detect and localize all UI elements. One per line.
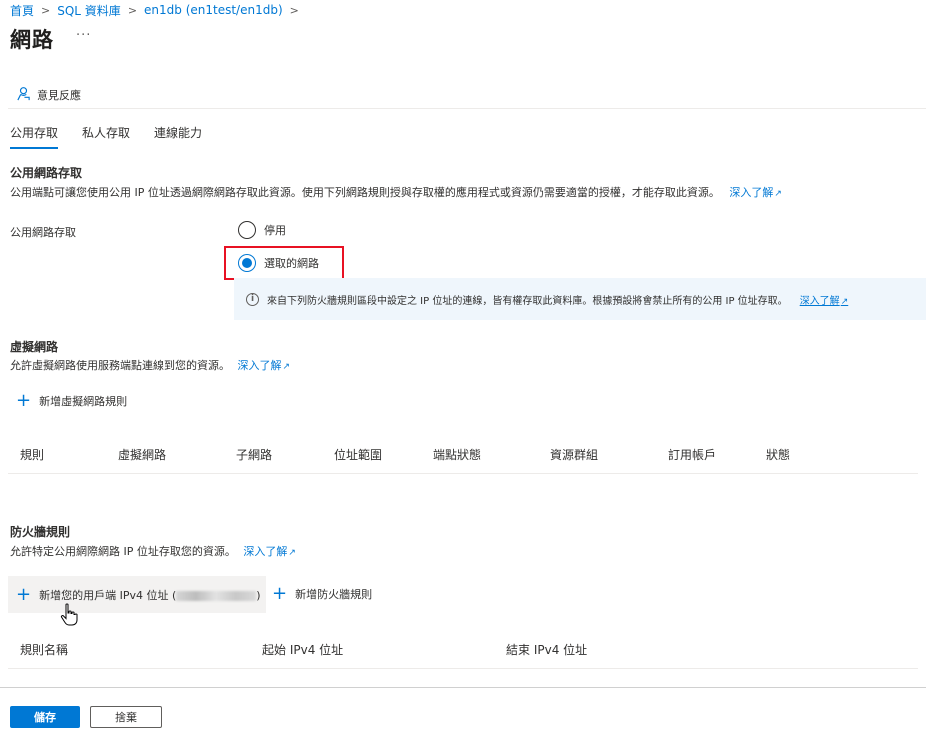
feedback-label: 意見反應	[37, 89, 81, 102]
breadcrumb-sql-databases[interactable]: SQL 資料庫	[57, 2, 121, 19]
firewall-description-text: 允許特定公用網際網路 IP 位址存取您的資源。	[10, 545, 236, 558]
tab-list: 公用存取 私人存取 連線能力	[10, 124, 202, 149]
learn-more-label: 深入了解	[729, 186, 774, 199]
column-header: 子網路	[236, 448, 273, 462]
feedback-button[interactable]: 意見反應	[16, 86, 81, 104]
tab-connectivity[interactable]: 連線能力	[154, 124, 202, 149]
public-access-title: 公用網路存取	[10, 166, 83, 180]
radio-disable[interactable]: 停用	[238, 221, 286, 239]
public-access-description-text: 公用端點可讓您使用公用 IP 位址透過網際網路存取此資源。使用下列網路規則授與存…	[10, 186, 720, 199]
firewall-learn-more-link[interactable]: 深入了解↗	[243, 545, 296, 558]
radio-circle	[238, 221, 256, 239]
toolbar-divider	[8, 108, 926, 109]
column-header: 訂用帳戶	[668, 448, 717, 462]
column-header: 規則	[20, 448, 45, 462]
plus-icon: +	[16, 390, 32, 411]
radio-disable-label: 停用	[264, 224, 286, 237]
external-link-icon: ↗	[288, 548, 296, 558]
plus-icon: +	[272, 583, 288, 604]
external-link-icon: ↗	[840, 296, 849, 307]
public-access-field-label: 公用網路存取	[10, 226, 76, 239]
firewall-title: 防火牆規則	[10, 525, 71, 539]
column-header: 起始 IPv4 位址	[262, 643, 344, 657]
tab-private-access[interactable]: 私人存取	[82, 124, 130, 149]
breadcrumb-database[interactable]: en1db (en1test/en1db)	[144, 3, 283, 17]
add-client-ip-button[interactable]: + 新增您的用戶端 IPv4 位址 ()	[8, 576, 266, 613]
info-banner-text: 來自下列防火牆規則區段中設定之 IP 位址的連線，皆有權存取此資料庫。根據預設將…	[267, 295, 788, 307]
virtual-networks-description-text: 允許虛擬網路使用服務端點連線到您的資源。	[10, 359, 230, 372]
footer-divider	[0, 687, 926, 688]
discard-button[interactable]: 捨棄	[90, 706, 162, 728]
add-client-ip-label-prefix: 新增您的用戶端 IPv4 位址 (	[39, 588, 177, 602]
feedback-icon	[16, 86, 31, 104]
learn-more-label: 深入了解	[799, 295, 840, 307]
external-link-icon: ↗	[282, 362, 291, 372]
breadcrumb-separator: >	[289, 3, 299, 17]
more-options-button[interactable]: ···	[76, 28, 91, 43]
tab-public-access[interactable]: 公用存取	[10, 124, 59, 149]
hand-cursor-icon	[60, 603, 78, 630]
info-icon: i	[246, 292, 259, 306]
page-title: 網路	[10, 28, 54, 52]
add-firewall-rule-label: 新增防火牆規則	[295, 588, 373, 601]
column-header: 狀態	[766, 448, 791, 462]
masked-ip	[176, 590, 257, 601]
column-header: 資源群組	[550, 448, 599, 462]
add-firewall-rule-button[interactable]: + 新增防火牆規則	[272, 583, 373, 604]
column-header: 端點狀態	[433, 448, 482, 462]
info-banner: i 來自下列防火牆規則區段中設定之 IP 位址的連線，皆有權存取此資料庫。根據預…	[234, 278, 926, 320]
breadcrumb-home[interactable]: 首頁	[10, 2, 34, 19]
info-learn-more-link[interactable]: 深入了解↗	[800, 292, 849, 307]
firewall-description: 允許特定公用網際網路 IP 位址存取您的資源。 深入了解↗	[10, 543, 296, 559]
add-client-ip-label-suffix: )	[256, 588, 261, 602]
public-access-learn-more-link[interactable]: 深入了解↗	[729, 186, 782, 199]
column-header: 虛擬網路	[118, 448, 167, 462]
virtual-networks-title: 虛擬網路	[10, 340, 59, 354]
firewall-table-header: 規則名稱 起始 IPv4 位址 結束 IPv4 位址	[8, 629, 918, 669]
column-header: 結束 IPv4 位址	[506, 643, 588, 657]
virtual-networks-learn-more-link[interactable]: 深入了解↗	[238, 359, 291, 372]
learn-more-label: 深入了解	[243, 545, 288, 558]
breadcrumb-separator: >	[41, 3, 51, 17]
save-button[interactable]: 儲存	[10, 706, 80, 728]
column-header: 位址範圍	[334, 448, 383, 462]
learn-more-label: 深入了解	[237, 359, 282, 372]
highlight-box	[224, 246, 344, 280]
breadcrumb-separator: >	[127, 3, 138, 17]
external-link-icon: ↗	[774, 189, 782, 199]
vnet-table-header: 規則 虛擬網路 子網路 位址範圍 端點狀態 資源群組 訂用帳戶 狀態	[8, 434, 918, 474]
add-vnet-rule-button[interactable]: + 新增虛擬網路規則	[16, 390, 128, 411]
public-access-description: 公用端點可讓您使用公用 IP 位址透過網際網路存取此資源。使用下列網路規則授與存…	[10, 184, 782, 200]
plus-icon: +	[16, 583, 32, 605]
column-header: 規則名稱	[20, 643, 69, 657]
add-client-ip-label: 新增您的用戶端 IPv4 位址 ()	[39, 587, 260, 603]
virtual-networks-description: 允許虛擬網路使用服務端點連線到您的資源。 深入了解↗	[10, 357, 290, 373]
breadcrumb: 首頁 > SQL 資料庫 > en1db (en1test/en1db) >	[10, 2, 306, 18]
add-vnet-rule-label: 新增虛擬網路規則	[39, 395, 128, 408]
